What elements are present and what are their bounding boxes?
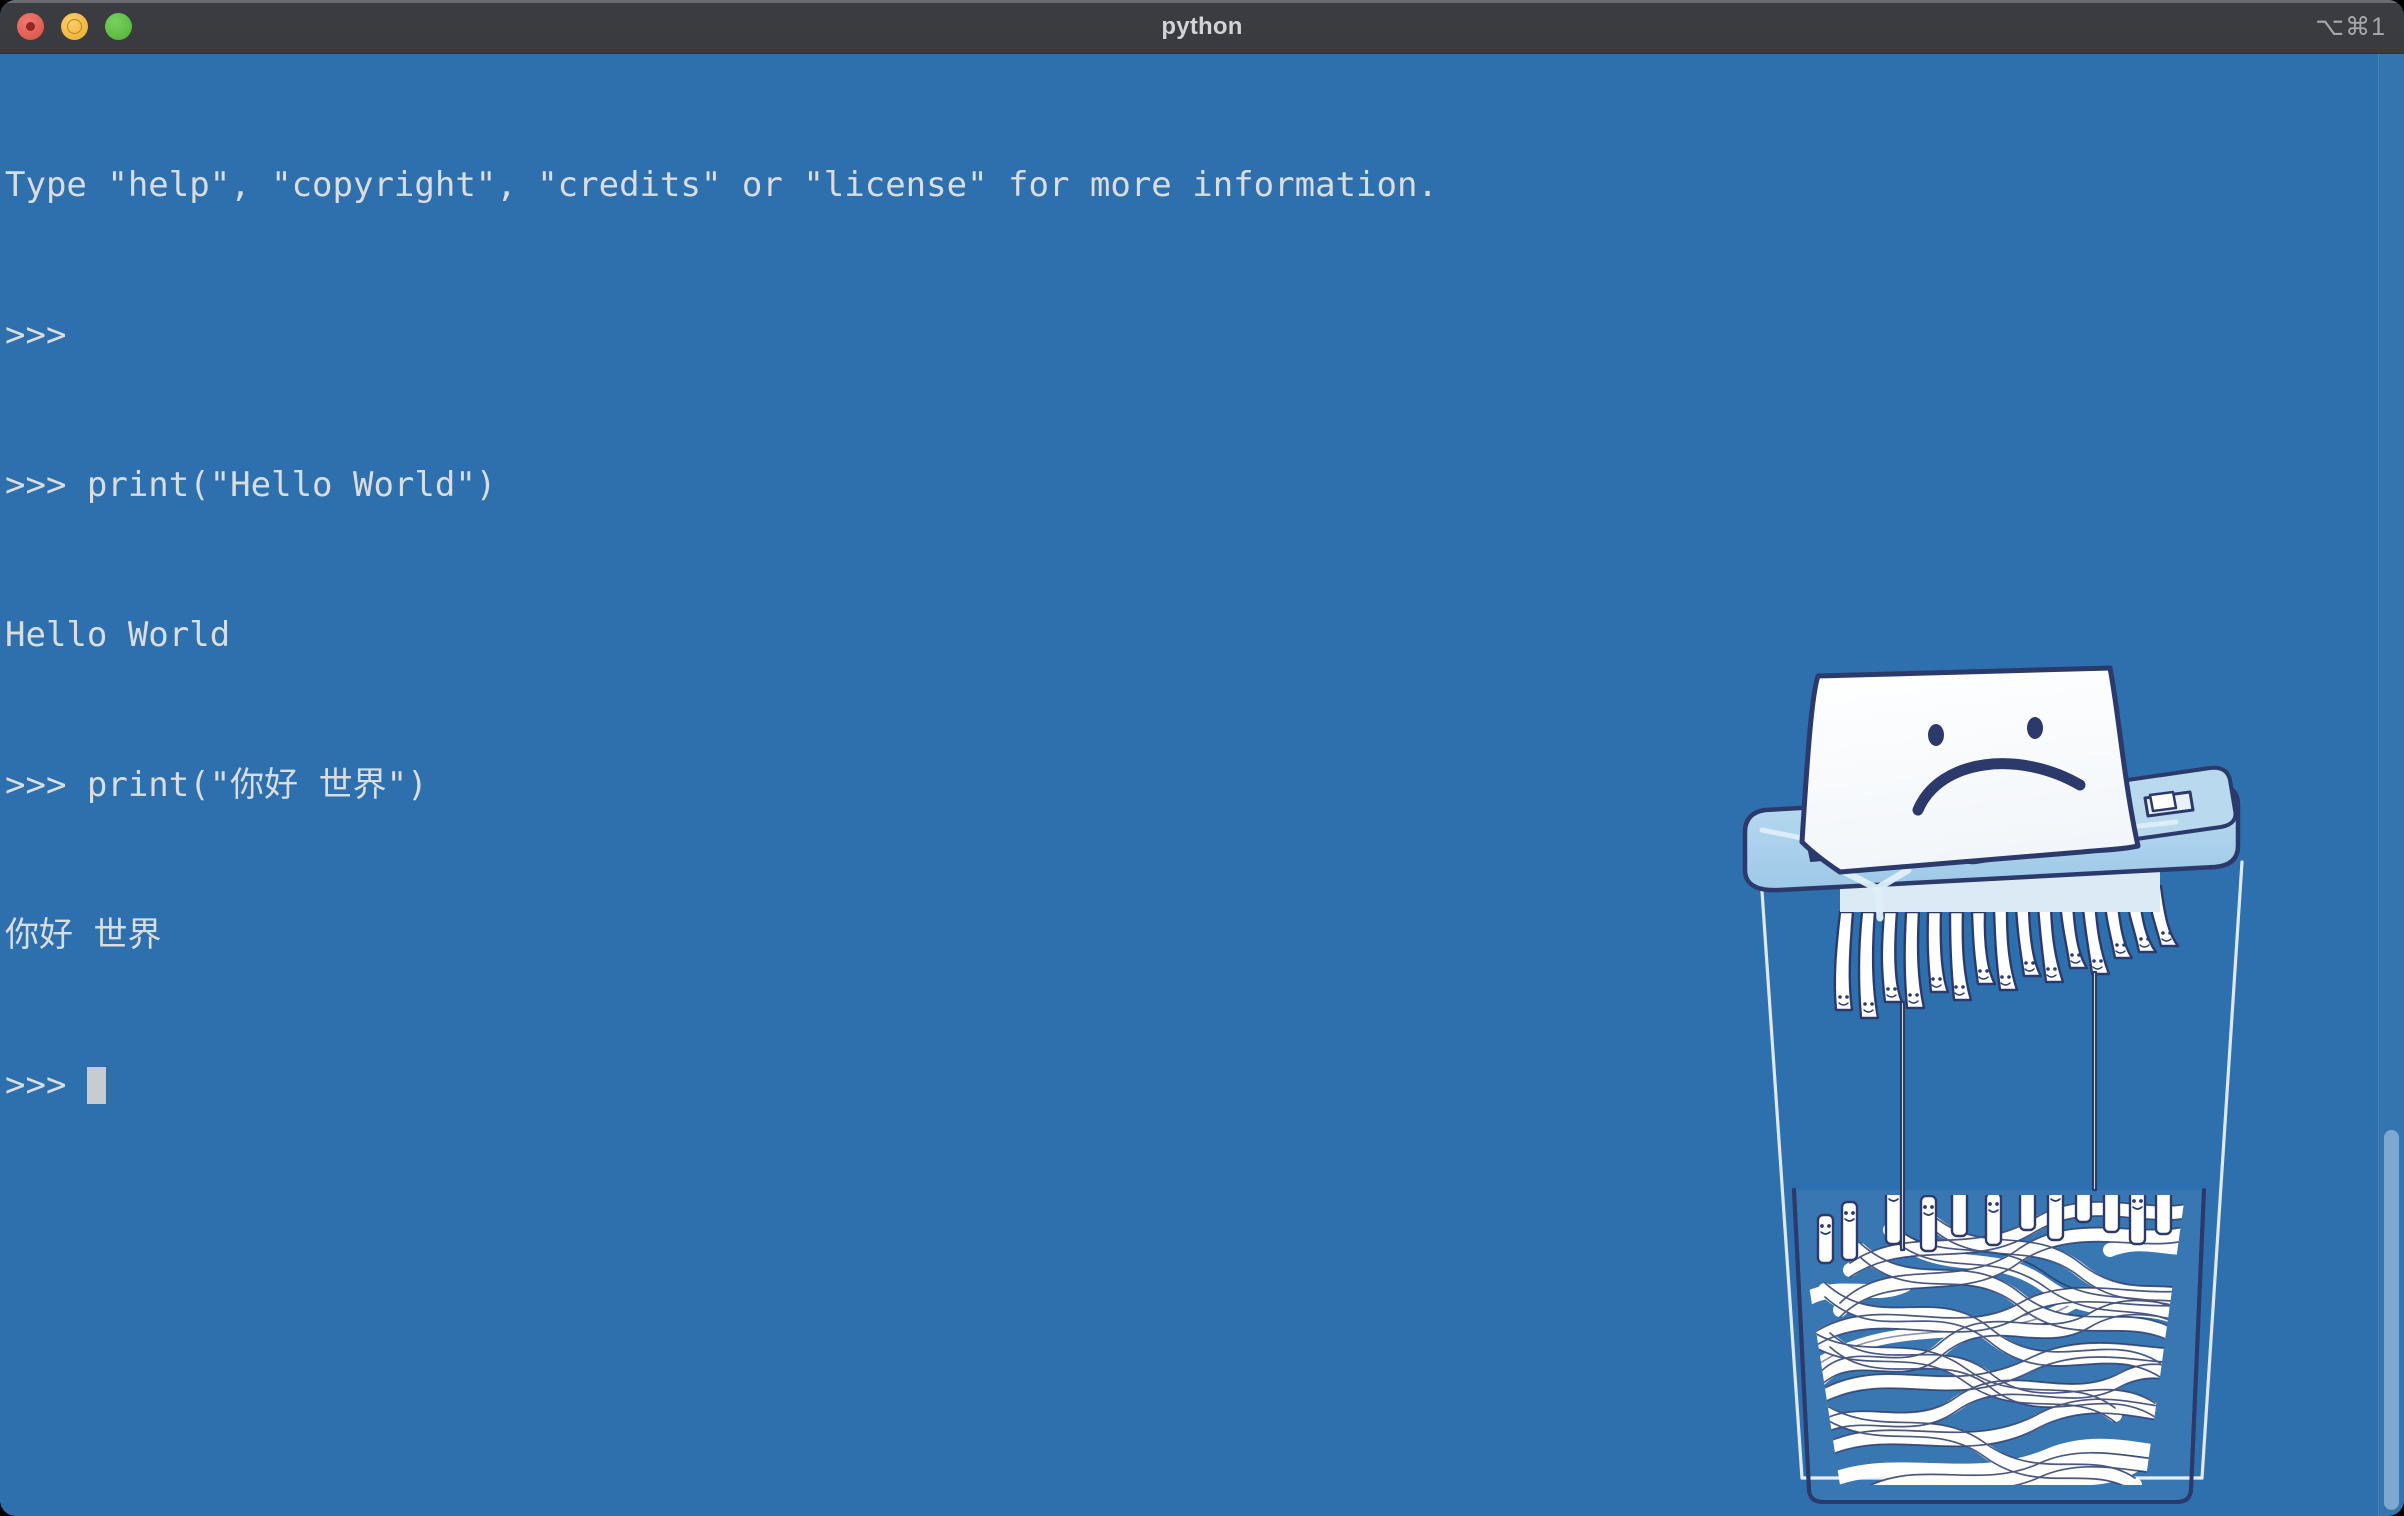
terminal-line: >>> — [5, 315, 87, 355]
terminal-line: >>> print("Hello World") — [5, 465, 497, 505]
terminal-line: Hello World — [5, 615, 231, 655]
terminal-line: Type "help", "copyright", "credits" or "… — [5, 165, 1438, 205]
prompt-symbol: >>> — [5, 1065, 87, 1105]
keyboard-shortcut-hint: ⌥⌘1 — [2315, 13, 2386, 41]
terminal-prompt-line[interactable]: >>> — [5, 1060, 2335, 1110]
terminal-line: 你好 世界 — [5, 915, 162, 955]
text-cursor — [86, 1067, 106, 1104]
terminal-output[interactable]: Type "help", "copyright", "credits" or "… — [5, 60, 2335, 1210]
scrollbar-track[interactable] — [2378, 54, 2404, 1516]
terminal-content[interactable]: Type "help", "copyright", "credits" or "… — [0, 54, 2404, 1516]
terminal-line: >>> print("你好 世界") — [5, 765, 428, 805]
terminal-window: python ⌥⌘1 Type "help", "copyright", "cr… — [0, 0, 2404, 1516]
window-title: python — [1161, 13, 1243, 40]
window-titlebar[interactable]: python ⌥⌘1 — [0, 0, 2404, 54]
scrollbar-thumb[interactable] — [2384, 1130, 2399, 1510]
